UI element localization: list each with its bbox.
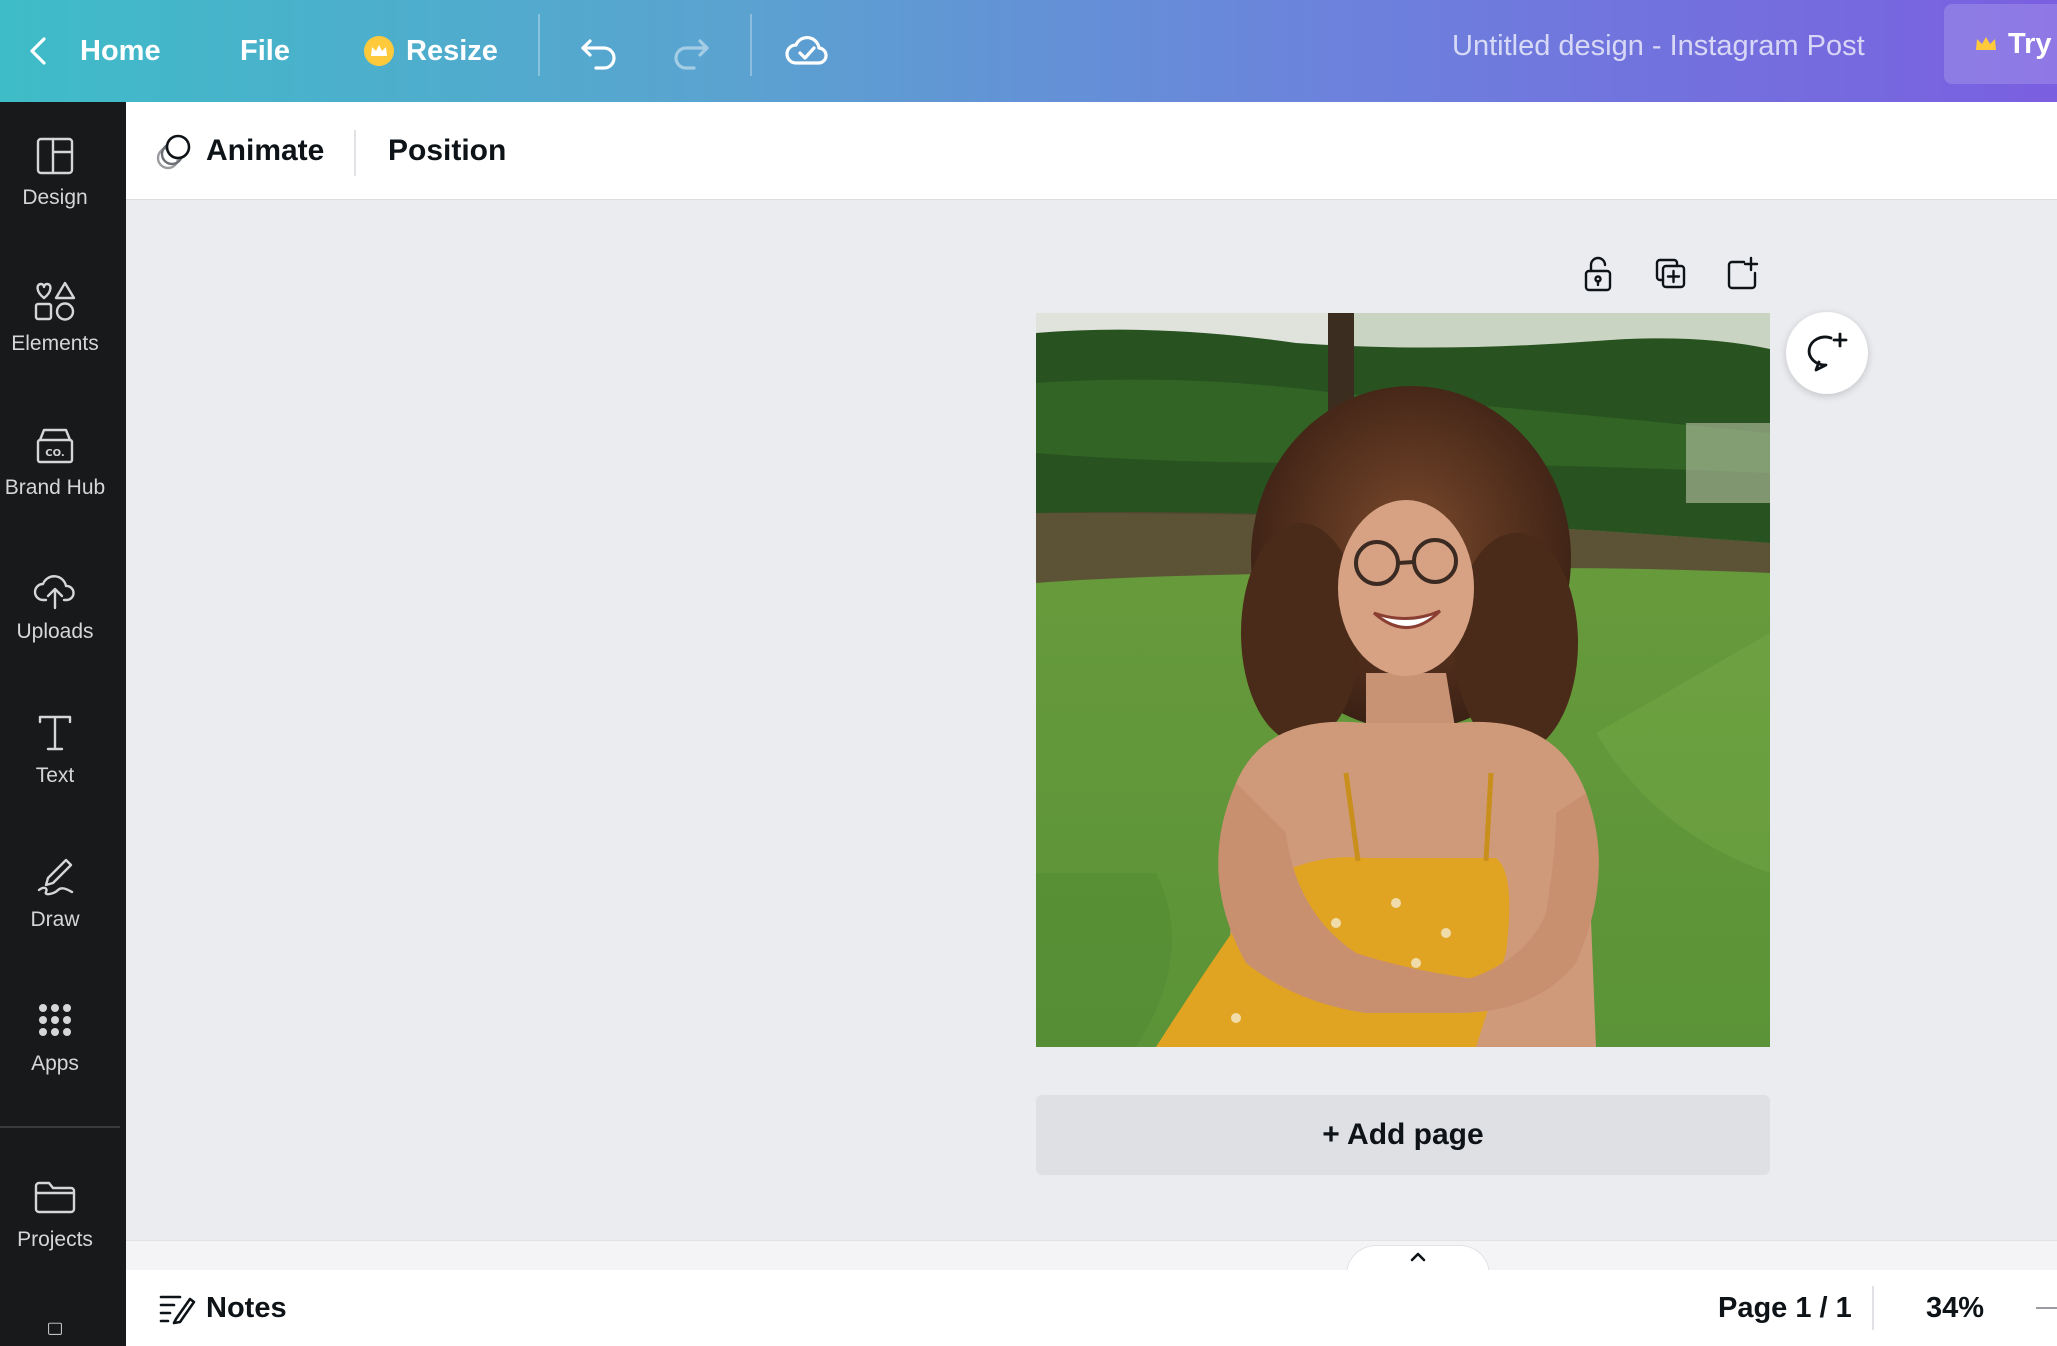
- sidebar-item-apps[interactable]: Apps: [0, 1000, 110, 1120]
- try-label: Try: [2008, 27, 2052, 60]
- cloud-saved-icon[interactable]: [784, 0, 830, 102]
- sidebar-item-brand-hub[interactable]: CO. Brand Hub: [0, 424, 110, 544]
- text-icon: [38, 715, 72, 751]
- sidebar-item-draw[interactable]: Draw: [0, 856, 110, 976]
- sidebar-divider: [0, 1126, 120, 1128]
- sidebar-item-label: Elements: [11, 332, 99, 355]
- zoom-slider-track[interactable]: [2036, 1270, 2057, 1346]
- sidebar-item-projects[interactable]: Projects: [0, 1176, 110, 1296]
- topbar-divider: [538, 14, 540, 76]
- brand-hub-icon: CO.: [36, 428, 74, 464]
- top-bar: Home File Resize Untitled design - Insta…: [0, 0, 2057, 102]
- sidebar-item-label: Projects: [17, 1228, 93, 1251]
- lock-icon[interactable]: [1578, 252, 1618, 296]
- notes-icon: [159, 1295, 196, 1325]
- animate-button[interactable]: Animate: [154, 102, 324, 200]
- sidebar-item-label: Draw: [30, 908, 80, 931]
- notes-button[interactable]: Notes: [158, 1270, 287, 1346]
- resize-label: Resize: [406, 34, 498, 67]
- redo-icon[interactable]: [670, 0, 712, 102]
- design-page-photo[interactable]: [1036, 313, 1770, 1047]
- document-title[interactable]: Untitled design - Instagram Post: [1452, 0, 1865, 92]
- sidebar-item-design[interactable]: Design: [0, 136, 110, 256]
- apps-grid-icon: [39, 1004, 71, 1036]
- bottom-bar: Notes Page 1 / 1 34%: [126, 1270, 2057, 1346]
- bottom-divider: [126, 1240, 2057, 1270]
- sidebar-item-text[interactable]: Text: [0, 712, 110, 832]
- sidebar-item-label: Uploads: [16, 620, 94, 643]
- sidebar-item-label: Apps: [31, 1052, 79, 1075]
- back-chevron-icon[interactable]: [22, 0, 56, 102]
- comment-add-icon: [1807, 332, 1848, 372]
- sidebar-item-label: Brand Hub: [4, 476, 106, 499]
- duplicate-page-icon[interactable]: [1650, 252, 1690, 296]
- cloud-upload-icon: [33, 575, 75, 610]
- sidebar-item-label: Text: [35, 764, 75, 787]
- image-icon: [48, 1322, 62, 1335]
- topbar-divider: [750, 14, 752, 76]
- shapes-icon: [34, 281, 76, 321]
- zoom-level[interactable]: 34%: [1926, 1270, 1984, 1346]
- crown-icon: [1974, 34, 1998, 54]
- resize-button[interactable]: Resize: [364, 0, 498, 102]
- page-indicator[interactable]: Page 1 / 1: [1718, 1270, 1852, 1346]
- animate-icon: [156, 134, 191, 170]
- svg-text:CO.: CO.: [45, 448, 64, 459]
- chevron-up-icon: [1410, 1252, 1426, 1262]
- left-sidebar: Design Elements CO. Brand Hub Uploads Te…: [0, 102, 126, 1346]
- notes-label: Notes: [206, 1291, 287, 1324]
- toolbar-divider: [354, 130, 356, 176]
- context-toolbar: Animate Position: [126, 102, 2057, 200]
- add-page-button[interactable]: + Add page: [1036, 1095, 1770, 1175]
- sidebar-item-more[interactable]: [0, 1320, 110, 1346]
- bottombar-divider: [1872, 1286, 1874, 1330]
- add-page-icon[interactable]: [1722, 252, 1762, 296]
- folder-icon: [34, 1181, 76, 1214]
- draw-icon: [37, 858, 74, 896]
- add-comment-button[interactable]: [1786, 312, 1868, 394]
- sidebar-item-uploads[interactable]: Uploads: [0, 568, 110, 688]
- home-button[interactable]: Home: [80, 0, 161, 102]
- animate-label: Animate: [206, 134, 325, 167]
- layout-icon: [36, 137, 74, 175]
- sidebar-item-elements[interactable]: Elements: [0, 280, 110, 400]
- file-menu-button[interactable]: File: [240, 0, 290, 102]
- try-pro-button[interactable]: Try: [1944, 4, 2057, 84]
- photo-woman-yellow-dress-icon: [1036, 313, 1770, 1047]
- position-button[interactable]: Position: [388, 102, 506, 200]
- sidebar-item-label: Design: [22, 186, 88, 209]
- undo-icon[interactable]: [578, 0, 620, 102]
- crown-icon: [364, 36, 394, 66]
